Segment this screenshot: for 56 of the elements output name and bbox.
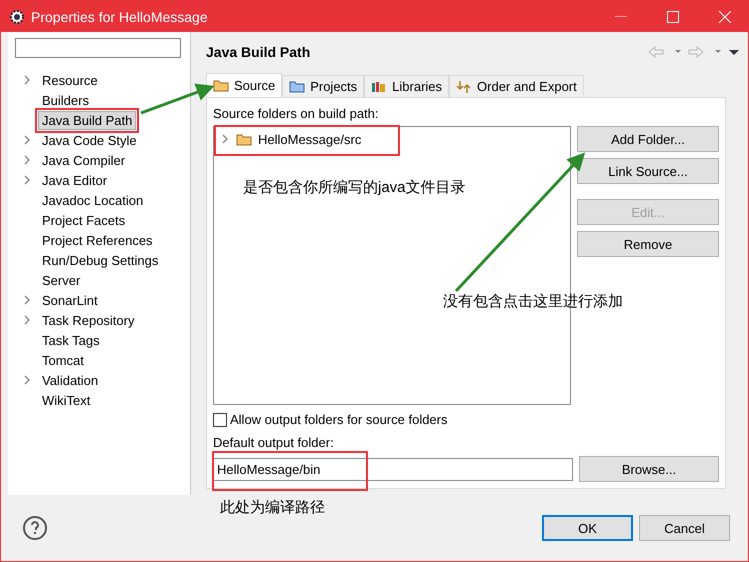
browse-button[interactable]: Browse...	[578, 456, 719, 482]
output-folder-label: Default output folder:	[213, 435, 334, 450]
dialog-button[interactable]: OK	[542, 515, 633, 541]
chevron-icon[interactable]	[22, 155, 32, 165]
page-title: Java Build Path	[206, 44, 312, 60]
chevron-icon[interactable]	[22, 75, 32, 85]
panel-button[interactable]: Add Folder...	[577, 126, 719, 152]
sidebar-item[interactable]: Project References	[38, 230, 157, 250]
folder-icon	[289, 80, 306, 93]
sidebar-item[interactable]: Task Repository	[38, 310, 138, 330]
sidebar-item[interactable]: Validation	[38, 370, 102, 390]
sidebar-item[interactable]: SonarLint	[38, 290, 102, 310]
maximize-icon[interactable]	[667, 10, 679, 22]
sidebar-item[interactable]: Javadoc Location	[38, 190, 148, 210]
window-title: Properties for HelloMessage	[31, 8, 209, 24]
tab[interactable]: Libraries	[364, 75, 450, 97]
filter-field[interactable]	[15, 38, 181, 58]
dialog-button[interactable]: Cancel	[639, 515, 730, 541]
swap-arrows-icon	[456, 80, 472, 94]
sidebar-item[interactable]: Task Tags	[38, 330, 104, 350]
sidebar-item[interactable]: Project Facets	[38, 210, 130, 230]
tab[interactable]: Projects	[282, 75, 364, 97]
folder-icon	[236, 132, 252, 146]
sidebar-item[interactable]: Java Code Style	[38, 130, 141, 150]
sidebar-item[interactable]: Run/Debug Settings	[38, 250, 162, 270]
close-icon[interactable]	[719, 10, 731, 22]
minimize-icon[interactable]	[615, 16, 627, 18]
checkbox-label: Allow output folders for source folders	[230, 412, 448, 427]
chevron-icon[interactable]	[22, 315, 32, 325]
tab[interactable]: Source	[206, 73, 282, 97]
annotation-text: 此处为编译路径	[220, 498, 325, 517]
folder-icon	[213, 79, 229, 92]
chevron-icon[interactable]	[22, 375, 32, 385]
annotation-text: 没有包含点击这里进行添加	[443, 292, 623, 311]
source-folders-label: Source folders on build path:	[213, 106, 378, 121]
sidebar-item[interactable]: Builders	[38, 90, 93, 110]
tab[interactable]: Order and Export	[449, 75, 584, 97]
sidebar-item[interactable]: WikiText	[38, 390, 94, 410]
annotation-text: 是否包含你所编写的java文件目录	[243, 178, 466, 197]
sidebar-item[interactable]: Java Editor	[38, 170, 112, 190]
checkbox[interactable]	[213, 412, 227, 426]
chevron-icon[interactable]	[220, 134, 230, 144]
sidebar-item[interactable]: Server	[38, 270, 84, 290]
source-folder-item[interactable]: HelloMessage/src	[258, 132, 362, 146]
chevron-icon[interactable]	[22, 135, 32, 145]
sidebar-item[interactable]: Resource	[38, 70, 102, 90]
books-icon	[371, 80, 388, 93]
chevron-icon[interactable]	[22, 295, 32, 305]
sidebar-item[interactable]: Tomcat	[38, 350, 88, 370]
gear-icon	[9, 8, 25, 24]
help-icon[interactable]	[23, 516, 47, 540]
sidebar-item[interactable]: Java Compiler	[38, 150, 130, 170]
chevron-icon[interactable]	[22, 175, 32, 185]
panel-button[interactable]: Link Source...	[577, 158, 719, 184]
output-folder-field[interactable]: HelloMessage/bin	[213, 458, 573, 480]
panel-button[interactable]: Remove	[577, 231, 719, 257]
